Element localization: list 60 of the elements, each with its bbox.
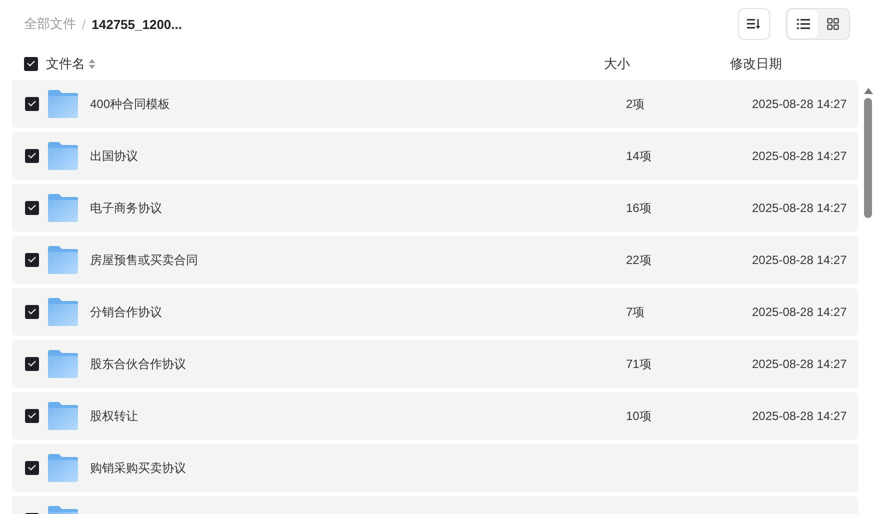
checkbox[interactable] <box>25 461 39 475</box>
folder-row[interactable]: 分销合作协议 7项 2025-08-28 14:27 <box>12 288 858 336</box>
checkbox[interactable] <box>25 305 39 319</box>
item-count: 14项 <box>626 148 652 162</box>
breadcrumb-separator: / <box>82 16 86 32</box>
folder-name: 400种合同模板 <box>90 96 170 110</box>
folder-icon <box>48 454 78 482</box>
item-count: 16项 <box>626 200 652 214</box>
column-header[interactable]: 文件名 <box>46 55 85 73</box>
list-icon <box>796 19 810 29</box>
checkbox[interactable] <box>25 253 39 267</box>
grid-icon <box>827 18 839 30</box>
scroll-thumb[interactable] <box>864 98 872 218</box>
folder-name: 股东合伙合作协议 <box>90 356 186 370</box>
sort-icon <box>747 18 761 30</box>
folder-name: 股权转让 <box>90 408 138 422</box>
folder-icon <box>48 142 78 170</box>
sort-toggle-icon[interactable] <box>89 59 95 69</box>
checkbox[interactable] <box>25 97 39 111</box>
item-count: 2项 <box>626 96 645 110</box>
folder-icon <box>48 90 78 118</box>
column-header[interactable]: 修改日期 <box>730 55 782 73</box>
item-count: 10项 <box>626 408 652 422</box>
item-count: 71项 <box>626 356 652 370</box>
folder-row[interactable]: 出国协议 14项 2025-08-28 14:27 <box>12 132 858 180</box>
modified-date: 2025-08-28 14:27 <box>752 97 847 111</box>
folder-row[interactable]: 购销采购买卖协议 <box>12 444 858 492</box>
checkbox[interactable] <box>25 149 39 163</box>
sort-button[interactable] <box>738 8 770 40</box>
folder-icon <box>48 298 78 326</box>
modified-date: 2025-08-28 14:27 <box>752 305 847 319</box>
modified-date: 2025-08-28 14:27 <box>752 357 847 371</box>
modified-date: 2025-08-28 14:27 <box>752 253 847 267</box>
folder-name: 电子商务协议 <box>90 200 162 214</box>
item-count: 22项 <box>626 252 652 266</box>
folder-name: 房屋预售或买卖合同 <box>90 252 198 266</box>
folder-name: 分销合作协议 <box>90 304 162 318</box>
folder-icon <box>48 402 78 430</box>
folder-name: 购销采购买卖协议 <box>90 460 186 474</box>
scroll-up-icon[interactable] <box>864 88 872 94</box>
list-view-button[interactable] <box>788 10 818 38</box>
modified-date: 2025-08-28 14:27 <box>752 201 847 215</box>
folder-row[interactable]: 400种合同模板 2项 2025-08-28 14:27 <box>12 80 858 128</box>
folder-row[interactable]: 房屋预售或买卖合同 22项 2025-08-28 14:27 <box>12 236 858 284</box>
item-count: 7项 <box>626 304 645 318</box>
checkbox[interactable] <box>25 201 39 215</box>
folder-icon <box>48 194 78 222</box>
checkbox[interactable] <box>25 409 39 423</box>
checkbox[interactable] <box>24 57 38 71</box>
folder-icon <box>48 350 78 378</box>
column-header[interactable]: 大小 <box>604 55 730 73</box>
folder-row[interactable]: 股东合伙合作协议 71项 2025-08-28 14:27 <box>12 340 858 388</box>
folder-icon <box>48 246 78 274</box>
folder-row[interactable]: 电子商务协议 16项 2025-08-28 14:27 <box>12 184 858 232</box>
current-folder: 142755_1200... <box>92 16 182 32</box>
folder-name: 出国协议 <box>90 148 138 162</box>
folder-row[interactable]: 股权转让 10项 2025-08-28 14:27 <box>12 392 858 440</box>
checkbox[interactable] <box>25 357 39 371</box>
modified-date: 2025-08-28 14:27 <box>752 409 847 423</box>
modified-date: 2025-08-28 14:27 <box>752 149 847 163</box>
